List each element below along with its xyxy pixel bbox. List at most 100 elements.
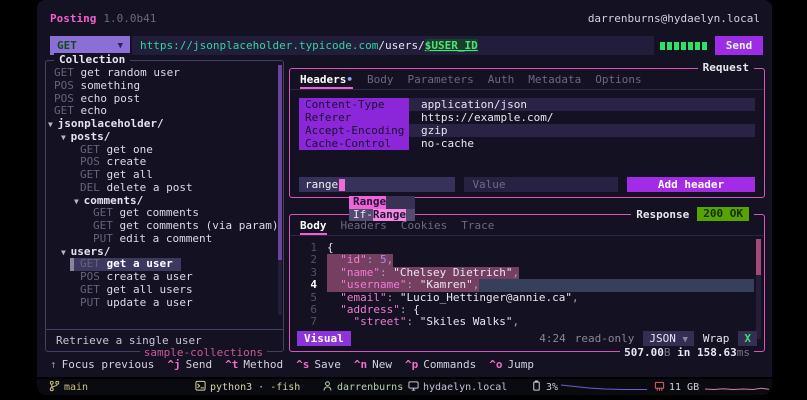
app-title-group: Posting 1.0.0b41 (50, 12, 156, 25)
request-tabs: Headers• Body Parameters Auth Metadata Option… (290, 69, 764, 90)
response-size-unit: B (664, 346, 671, 359)
folder-expanded-icon: ▼ (61, 133, 71, 142)
memory-icon (654, 380, 665, 395)
status-segment-3-: 3% (531, 380, 558, 394)
request-tab-metadata[interactable]: Metadata (528, 73, 581, 89)
url-bar: GET ▼ https://jsonplaceholder.typicode.c… (50, 36, 763, 55)
activity-blocks (660, 36, 707, 55)
header-value-cell: application/json (409, 98, 755, 111)
cursor-position: 4:24 (539, 332, 566, 345)
request-method: PUT (80, 296, 107, 309)
request-method: GET (80, 143, 107, 156)
request-tab-headers[interactable]: Headers• (300, 73, 353, 89)
line-number: 4 (295, 279, 317, 291)
chevron-down-icon: ▼ (118, 41, 123, 51)
response-scrollbar-thumb[interactable] (756, 239, 761, 275)
response-size: 507.00 (624, 346, 664, 359)
request-method: GET (54, 104, 81, 117)
host-icon (408, 380, 419, 395)
request-name: get one (107, 143, 153, 156)
activity-block (667, 42, 672, 50)
keybinding-new[interactable]: ^nNew (354, 358, 392, 372)
tree-cursor-bar (70, 258, 74, 271)
autocomplete-option[interactable]: Range (349, 196, 415, 209)
activity-block (695, 42, 700, 50)
keybinding-send[interactable]: ^jSend (167, 358, 212, 372)
response-tab-body[interactable]: Body (300, 219, 327, 235)
response-time: 158.63 (697, 346, 737, 359)
request-method: POS (54, 92, 81, 105)
response-body-editor[interactable]: 1{2 "id": 5,3 "name": "Chelsey Dietrich"… (295, 242, 764, 329)
app-version: 1.0.0b41 (103, 12, 156, 25)
folder-expanded-icon: ▼ (61, 248, 71, 257)
url-path: /users/ (378, 39, 424, 52)
request-name: delete a post (107, 181, 193, 194)
keybinding-key: ^n (354, 358, 367, 371)
line-number: 7 (295, 316, 317, 328)
header-row[interactable]: Cache-Controlno-cache (299, 137, 755, 150)
collection-scrollbar[interactable] (278, 65, 282, 315)
keybinding-save[interactable]: ^sSave (296, 358, 341, 372)
send-button[interactable]: Send (715, 36, 763, 55)
response-panel: Response 200 OK BodyHeadersCookiesTrace … (289, 214, 765, 352)
wrap-toggle[interactable]: X (738, 331, 757, 346)
status-segment-text: main (64, 382, 88, 393)
code-token (327, 316, 354, 328)
response-controls-right: 4:24 read-only JSON ▼ Wrap X (539, 331, 757, 346)
code-token: , (387, 253, 394, 266)
code-token: , (473, 278, 480, 291)
response-tab-headers[interactable]: Headers (341, 219, 387, 235)
url-input[interactable]: https://jsonplaceholder.typicode.com/use… (132, 36, 654, 55)
header-row[interactable]: Refererhttps://example.com/ (299, 111, 755, 124)
collection-scrollbar-thumb[interactable] (278, 65, 282, 260)
format-dropdown[interactable]: JSON ▼ (643, 331, 694, 346)
unsaved-changes-indicator: • (346, 73, 353, 86)
request-tab-auth[interactable]: Auth (488, 73, 515, 89)
request-tab-parameters[interactable]: Parameters (407, 73, 473, 89)
response-tab-cookies[interactable]: Cookies (401, 219, 447, 235)
tree-request-row[interactable]: PUT update a user (46, 297, 283, 310)
keybinding-method[interactable]: ^t Method (225, 358, 283, 372)
autocomplete-option[interactable]: If-Range (349, 209, 415, 222)
tree-request-row[interactable]: DEL delete a post (46, 182, 283, 195)
status-segment-darrenburns: darrenburns (322, 380, 403, 394)
keybinding-label: Commands (423, 358, 476, 371)
request-name: update a user (107, 296, 193, 309)
keybinding-label: Method (243, 358, 283, 371)
header-value-input[interactable]: Value (464, 177, 618, 192)
activity-block (702, 42, 707, 50)
keybinding-key: ^t (225, 358, 238, 371)
app-title: Posting (50, 12, 96, 25)
header-row[interactable]: Accept-Encodinggzip (299, 124, 755, 137)
status-segment-hydaelyn-local: hydaelyn.local (408, 380, 507, 394)
request-tab-options[interactable]: Options (595, 73, 641, 89)
header-name-cell: Accept-Encoding (299, 124, 409, 137)
folder-expanded-icon: ▼ (74, 197, 84, 206)
code-token: "Chelsey Dietrich" (393, 266, 512, 279)
header-row[interactable]: Content-Typeapplication/json (299, 98, 755, 111)
terminal-icon (195, 380, 206, 395)
header-name-cell: Referer (299, 111, 409, 124)
response-scrollbar[interactable] (756, 239, 761, 339)
keybinding-key: ^p (405, 358, 418, 371)
keybinding-focus-previous[interactable]: ↑Focus previous (50, 358, 154, 372)
keybinding-jump[interactable]: ^oJump (489, 358, 534, 372)
code-token: : (406, 278, 419, 291)
code-token: , (512, 316, 519, 328)
chevron-down-icon: ▼ (682, 335, 687, 345)
cpu-memory-sparkline (705, 380, 769, 396)
request-tab-body[interactable]: Body (367, 73, 394, 89)
keybinding-commands[interactable]: ^p Commands (405, 358, 476, 372)
header-value-cell: no-cache (409, 137, 755, 150)
response-tab-trace[interactable]: Trace (461, 219, 494, 235)
collection-panel: Collection GET get random userPOS someth… (45, 60, 284, 352)
header-name-input[interactable]: range (299, 177, 455, 192)
activity-block (681, 42, 686, 50)
code-token (327, 278, 340, 291)
status-segment-text: hydaelyn.local (423, 382, 507, 393)
add-header-button[interactable]: Add header (627, 177, 755, 192)
cursor-line-extension (479, 279, 754, 291)
screen: { "colors":{ "background":"#141122","pan… (0, 0, 807, 400)
request-method: POS (80, 155, 107, 168)
autocomplete-match-text: Range (373, 209, 406, 222)
